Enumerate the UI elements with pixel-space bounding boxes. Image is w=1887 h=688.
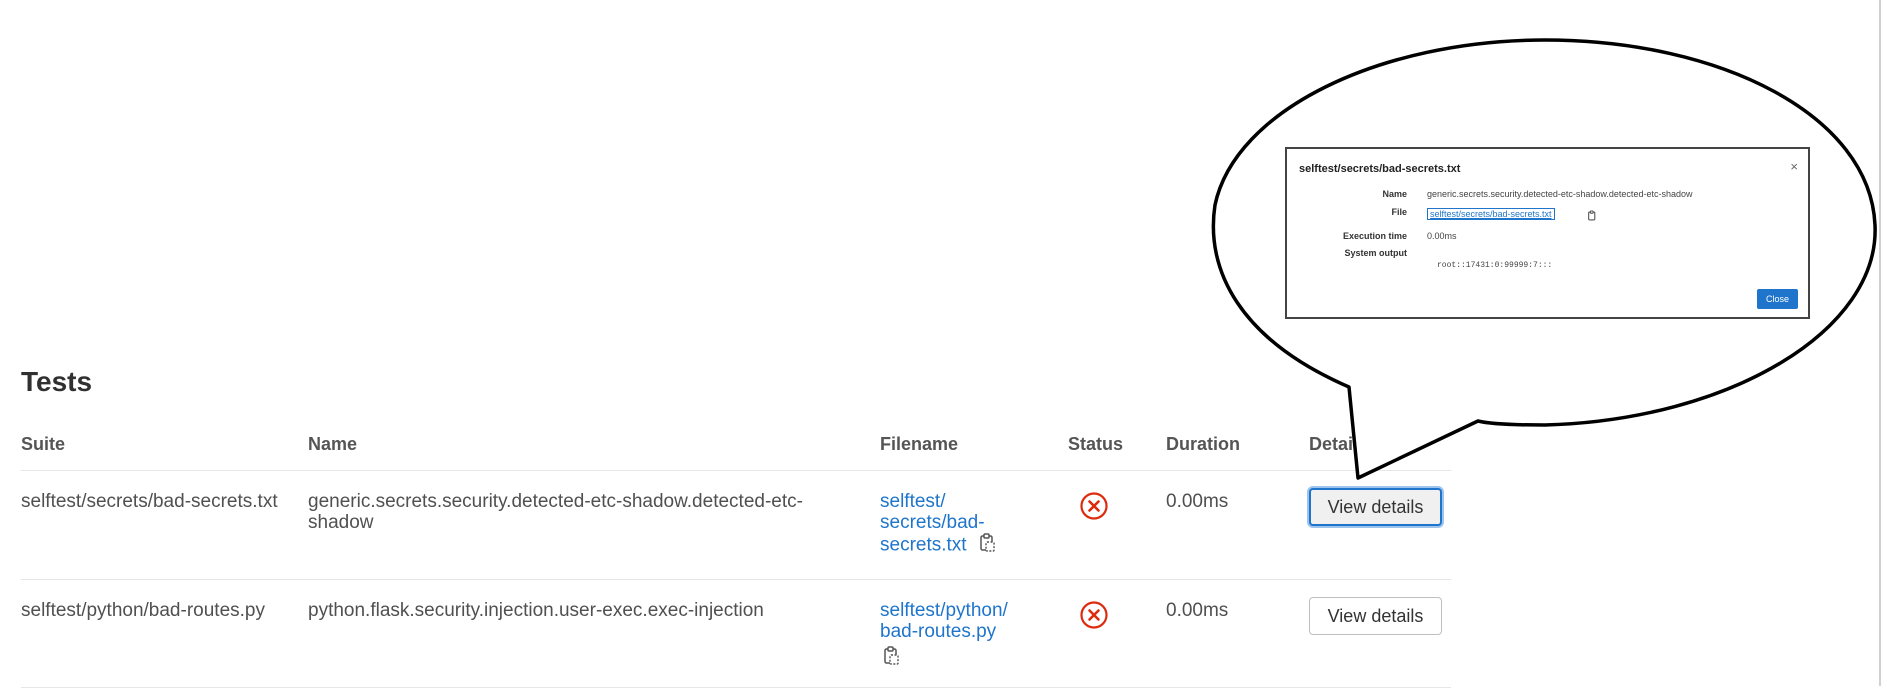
- tests-table: Suite Name Filename Status Duration Deta…: [21, 418, 1451, 688]
- header-duration: Duration: [1166, 418, 1309, 471]
- cell-status: [1068, 579, 1166, 688]
- header-filename: Filename: [880, 418, 1068, 471]
- right-edge-divider: [1879, 0, 1881, 686]
- copy-clipboard-icon[interactable]: [882, 646, 900, 671]
- modal-file-label: File: [1391, 207, 1407, 217]
- cell-name: generic.secrets.security.detected-etc-sh…: [308, 470, 880, 580]
- filename-line: secrets.txt: [880, 534, 967, 556]
- header-name: Name: [308, 418, 880, 471]
- filename-link[interactable]: selftest/python/ bad-routes.py: [880, 600, 1008, 642]
- filename-line: selftest/python/: [880, 600, 1008, 621]
- view-details-button[interactable]: View details: [1309, 597, 1442, 635]
- modal-name-value: generic.secrets.security.detected-etc-sh…: [1427, 189, 1693, 199]
- table-row: selftest/secrets/bad-secrets.txt generic…: [21, 470, 1451, 580]
- cell-suite: selftest/secrets/bad-secrets.txt: [21, 470, 308, 580]
- modal-execution-time-label: Execution time: [1342, 231, 1407, 241]
- cell-name: python.flask.security.injection.user-exe…: [308, 579, 880, 688]
- copy-clipboard-icon[interactable]: [1587, 209, 1597, 227]
- details-modal-preview: selftest/secrets/bad-secrets.txt × Name …: [1285, 147, 1810, 319]
- cell-filename: selftest/python/ bad-routes.py: [880, 579, 1068, 688]
- modal-execution-time-value: 0.00ms: [1427, 231, 1457, 241]
- table-header-row: Suite Name Filename Status Duration Deta…: [21, 418, 1451, 471]
- header-suite: Suite: [21, 418, 308, 471]
- table-row: selftest/python/bad-routes.py python.fla…: [21, 579, 1451, 688]
- cell-status: [1068, 470, 1166, 580]
- modal-title: selftest/secrets/bad-secrets.txt: [1299, 163, 1461, 175]
- cell-suite: selftest/python/bad-routes.py: [21, 579, 308, 688]
- cell-duration: 0.00ms: [1166, 470, 1309, 580]
- filename-line: bad-routes.py: [880, 621, 997, 642]
- copy-clipboard-icon[interactable]: [978, 533, 996, 558]
- failed-x-circle-icon: [1079, 600, 1109, 635]
- cell-duration: 0.00ms: [1166, 579, 1309, 688]
- modal-system-output-value: root::17431:0:99999:7:::: [1437, 261, 1553, 270]
- header-status: Status: [1068, 418, 1166, 471]
- view-details-button[interactable]: View details: [1309, 488, 1442, 526]
- modal-name-label: Name: [1382, 189, 1407, 199]
- modal-close-button[interactable]: Close: [1757, 289, 1798, 309]
- filename-line: secrets/bad-: [880, 512, 985, 533]
- header-details: Details: [1309, 418, 1451, 471]
- close-icon[interactable]: ×: [1790, 159, 1798, 174]
- filename-link[interactable]: selftest/ secrets/bad- secrets.txt: [880, 491, 985, 556]
- modal-system-output-label: System output: [1344, 248, 1407, 258]
- filename-line: selftest/: [880, 491, 946, 512]
- failed-x-circle-icon: [1079, 491, 1109, 526]
- cell-details: View details: [1309, 470, 1451, 580]
- modal-file-link[interactable]: selftest/secrets/bad-secrets.txt: [1427, 208, 1555, 220]
- cell-details: View details: [1309, 579, 1451, 688]
- page-title: Tests: [21, 366, 93, 397]
- cell-filename: selftest/ secrets/bad- secrets.txt: [880, 470, 1068, 580]
